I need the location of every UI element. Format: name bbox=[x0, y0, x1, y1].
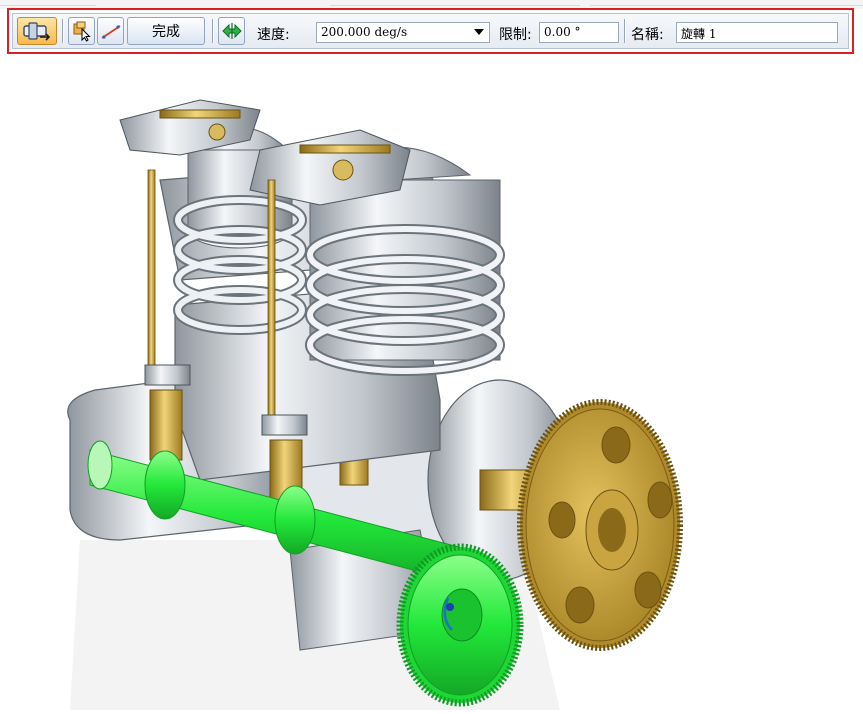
top-strip-segment bbox=[330, 0, 580, 6]
flip-direction-button[interactable] bbox=[218, 17, 245, 45]
engine-assembly-model[interactable] bbox=[0, 70, 863, 710]
axis-origin-icon bbox=[446, 603, 454, 611]
select-component-icon bbox=[73, 21, 91, 42]
motor-step-button[interactable] bbox=[17, 17, 57, 45]
speed-combobox[interactable]: 200.000 deg/s bbox=[316, 22, 490, 43]
command-bar-highlight: 完成 速度: 200.000 deg/s 限制: 0.00 ° 名稱: 旋轉 1 bbox=[7, 8, 854, 54]
toolbar-separator bbox=[62, 19, 64, 43]
toolbar-separator bbox=[624, 19, 626, 43]
name-value: 旋轉 1 bbox=[681, 27, 717, 41]
done-button[interactable]: 完成 bbox=[127, 17, 205, 45]
chevron-down-icon[interactable] bbox=[474, 29, 484, 35]
speed-label: 速度: bbox=[257, 27, 290, 43]
select-component-button[interactable] bbox=[68, 17, 95, 45]
top-strip-segment bbox=[0, 0, 96, 6]
top-strip-segment bbox=[590, 0, 863, 6]
3d-viewport[interactable] bbox=[0, 70, 863, 710]
rotary-motor-icon bbox=[23, 22, 51, 41]
axis-select-button[interactable] bbox=[97, 17, 124, 45]
rotary-motor-command-bar: 完成 速度: 200.000 deg/s 限制: 0.00 ° 名稱: 旋轉 1 bbox=[12, 13, 849, 49]
toolbar-separator bbox=[212, 19, 214, 43]
limit-field[interactable]: 0.00 ° bbox=[539, 22, 619, 43]
name-label: 名稱: bbox=[631, 27, 664, 43]
axis-line-icon bbox=[101, 25, 120, 39]
done-button-label: 完成 bbox=[152, 24, 180, 40]
limit-label: 限制: bbox=[499, 27, 532, 43]
name-field[interactable]: 旋轉 1 bbox=[676, 22, 838, 43]
flip-direction-icon bbox=[221, 23, 242, 39]
limit-value: 0.00 ° bbox=[544, 25, 581, 39]
speed-value: 200.000 deg/s bbox=[321, 25, 408, 39]
